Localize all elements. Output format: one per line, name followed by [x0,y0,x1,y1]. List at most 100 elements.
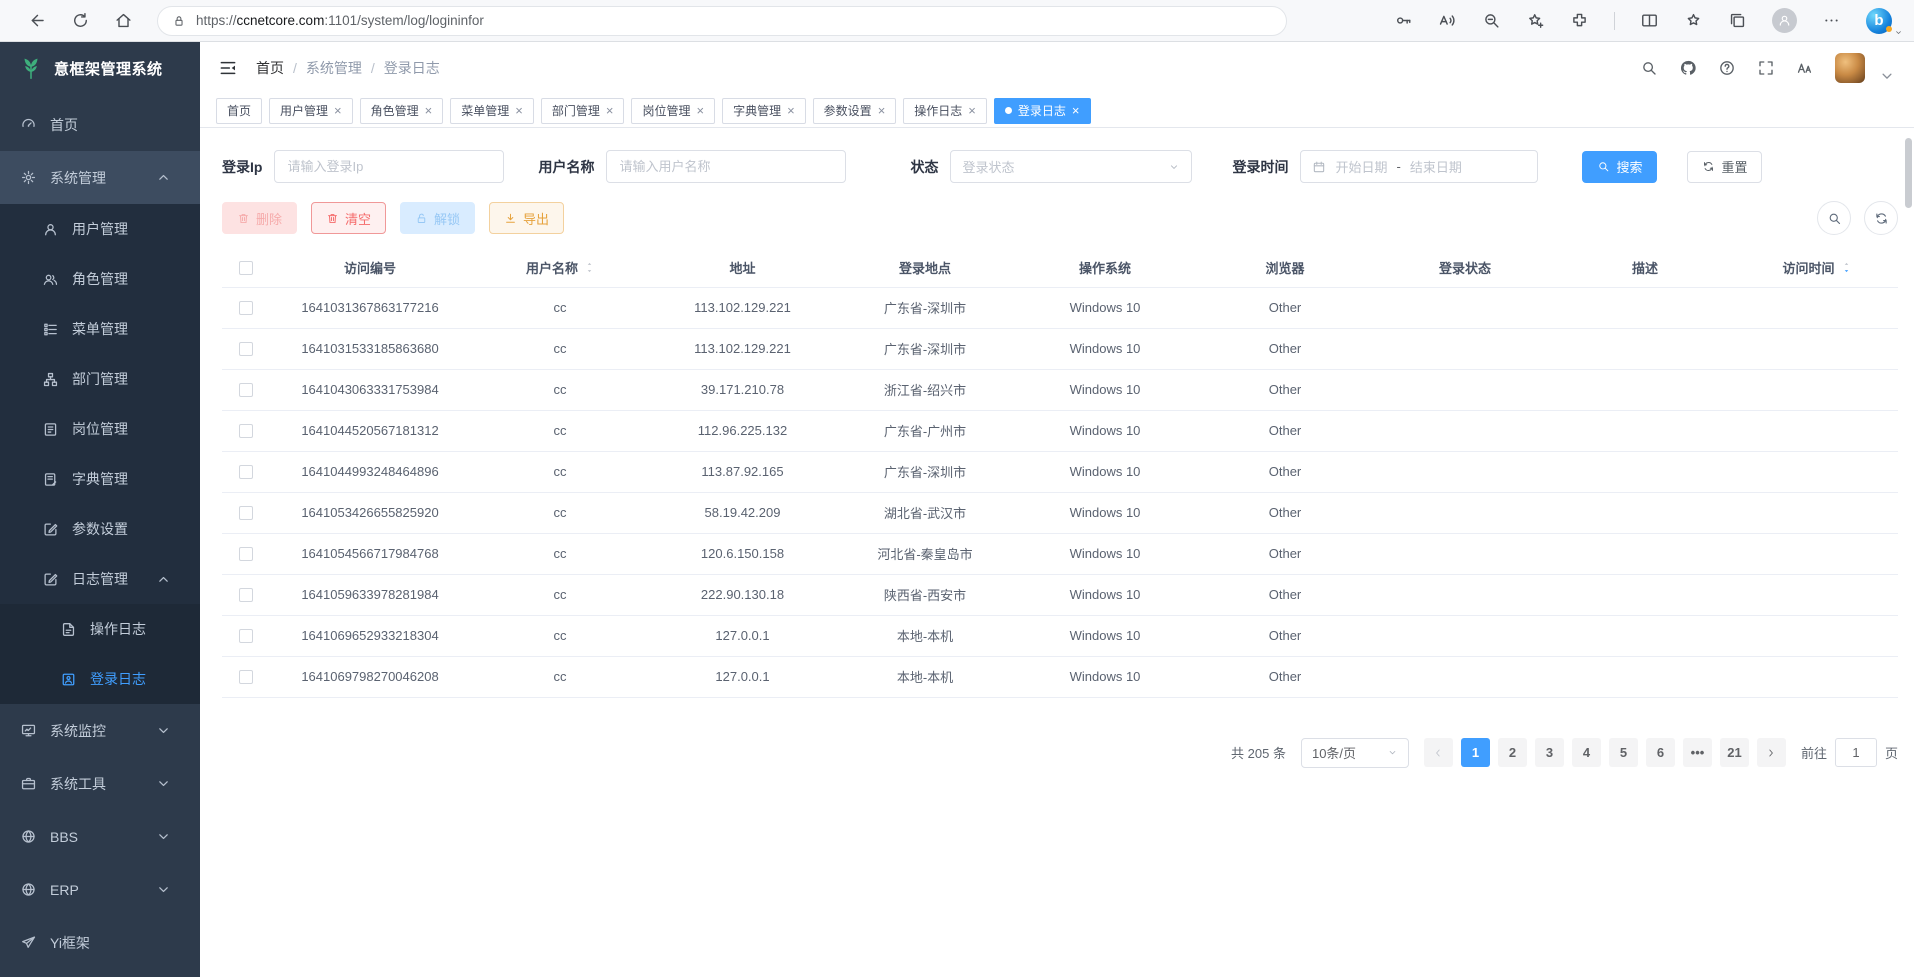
sort-descending-icon[interactable] [1842,268,1851,274]
row-checkbox[interactable] [239,465,253,479]
table-refresh-button[interactable] [1864,201,1898,235]
row-checkbox[interactable] [239,588,253,602]
back-icon[interactable] [28,11,47,30]
sidebar-item-log-management[interactable]: 日志管理 [0,554,200,604]
close-icon[interactable]: × [425,104,433,117]
tab-dept-management[interactable]: 部门管理× [541,98,625,124]
row-checkbox[interactable] [239,506,253,520]
page-button-5[interactable]: 5 [1609,738,1638,767]
star-icon[interactable] [1684,11,1703,30]
close-icon[interactable]: × [968,104,976,117]
page-button-4[interactable]: 4 [1572,738,1601,767]
sidebar-item-dict-management[interactable]: 字典管理 [0,454,200,504]
select-all-checkbox[interactable] [239,261,253,275]
clear-button[interactable]: 清空 [311,202,386,234]
extensions-icon[interactable] [1570,11,1589,30]
table-search-toggle-button[interactable] [1817,201,1851,235]
tab-operation-log[interactable]: 操作日志× [903,98,987,124]
sort-descending-icon[interactable] [585,268,594,274]
sidebar-item-post-management[interactable]: 岗位管理 [0,404,200,454]
delete-button[interactable]: 删除 [222,202,297,234]
page-button-6[interactable]: 6 [1646,738,1675,767]
page-button-3[interactable]: 3 [1535,738,1564,767]
close-icon[interactable]: × [334,104,342,117]
user-avatar[interactable] [1835,53,1865,83]
close-icon[interactable]: × [1072,104,1080,117]
expand-icon[interactable] [1757,59,1775,77]
close-icon[interactable]: × [515,104,523,117]
font-size-icon[interactable] [1796,59,1814,77]
github-icon[interactable] [1679,59,1697,77]
collections-icon[interactable] [1728,11,1747,30]
sort-ascending-icon[interactable] [1842,261,1851,267]
tab-user-management[interactable]: 用户管理× [269,98,353,124]
page-ellipsis-button[interactable]: ••• [1683,738,1712,767]
close-icon[interactable]: × [696,104,704,117]
copilot-bing-icon[interactable]: b [1866,8,1892,34]
chevron-down-icon[interactable] [1894,28,1903,37]
column-header-time[interactable]: 访问时间 [1735,249,1898,287]
zoom-out-icon[interactable] [1482,11,1501,30]
more-icon[interactable] [1822,11,1841,30]
close-icon[interactable]: × [606,104,614,117]
close-icon[interactable]: × [878,104,886,117]
sidebar-item-role-management[interactable]: 角色管理 [0,254,200,304]
key-icon[interactable] [1394,11,1413,30]
reset-button[interactable]: 重置 [1687,151,1762,183]
sidebar-item-dept-management[interactable]: 部门管理 [0,354,200,404]
page-button-21[interactable]: 21 [1720,738,1749,767]
question-icon[interactable] [1718,59,1736,77]
split-screen-icon[interactable] [1640,11,1659,30]
reload-icon[interactable] [71,11,90,30]
column-header-checkbox[interactable] [222,249,270,287]
row-checkbox[interactable] [239,342,253,356]
status-select[interactable]: 登录状态 [950,150,1192,183]
sidebar-item-system-tools[interactable]: 系统工具 [0,757,200,810]
search-button[interactable]: 搜索 [1582,151,1657,183]
tab-dict-management[interactable]: 字典管理× [722,98,806,124]
home-icon[interactable] [114,11,133,30]
row-checkbox[interactable] [239,629,253,643]
sidebar-item-menu-management[interactable]: 菜单管理 [0,304,200,354]
login-time-range-picker[interactable]: 开始日期 - 结束日期 [1300,150,1538,183]
row-checkbox[interactable] [239,301,253,315]
tab-role-management[interactable]: 角色管理× [360,98,444,124]
login-ip-input[interactable] [274,150,504,183]
previous-page-button[interactable] [1424,738,1453,767]
tab-post-management[interactable]: 岗位管理× [631,98,715,124]
tab-login-log[interactable]: 登录日志× [994,98,1091,124]
sidebar-item-user-management[interactable]: 用户管理 [0,204,200,254]
page-button-2[interactable]: 2 [1498,738,1527,767]
goto-page-input[interactable] [1835,738,1877,767]
export-button[interactable]: 导出 [489,202,564,234]
sidebar-item-login-log[interactable]: 登录日志 [0,654,200,704]
sort-control[interactable] [585,261,594,274]
search-icon[interactable] [1640,59,1658,77]
page-button-1[interactable]: 1 [1461,738,1490,767]
sidebar-item-yi-framework[interactable]: Yi框架 [0,916,200,969]
tab-param-settings[interactable]: 参数设置× [813,98,897,124]
page-size-select[interactable]: 10条/页 [1301,738,1409,768]
close-icon[interactable]: × [787,104,795,117]
sort-ascending-icon[interactable] [585,261,594,267]
row-checkbox[interactable] [239,424,253,438]
star-plus-icon[interactable] [1526,11,1545,30]
tab-menu-management[interactable]: 菜单管理× [450,98,534,124]
column-header-user[interactable]: 用户名称 [470,249,650,287]
sidebar-item-system-management[interactable]: 系统管理 [0,151,200,204]
sidebar-item-erp[interactable]: ERP [0,863,200,916]
row-checkbox[interactable] [239,547,253,561]
tab-home[interactable]: 首页 [216,98,262,124]
sidebar-item-system-monitor[interactable]: 系统监控 [0,704,200,757]
next-page-button[interactable] [1757,738,1786,767]
read-aloud-icon[interactable] [1438,11,1457,30]
unlock-button[interactable]: 解锁 [400,202,475,234]
sort-control[interactable] [1842,261,1851,274]
user-name-input[interactable] [606,150,846,183]
collapse-sidebar-icon[interactable] [218,58,238,78]
address-bar[interactable]: https://ccnetcore.com:1101/system/log/lo… [157,6,1287,36]
row-checkbox[interactable] [239,383,253,397]
profile-avatar[interactable] [1772,8,1797,33]
scrollbar-thumb[interactable] [1905,138,1912,208]
chevron-down-icon[interactable] [1878,67,1896,85]
